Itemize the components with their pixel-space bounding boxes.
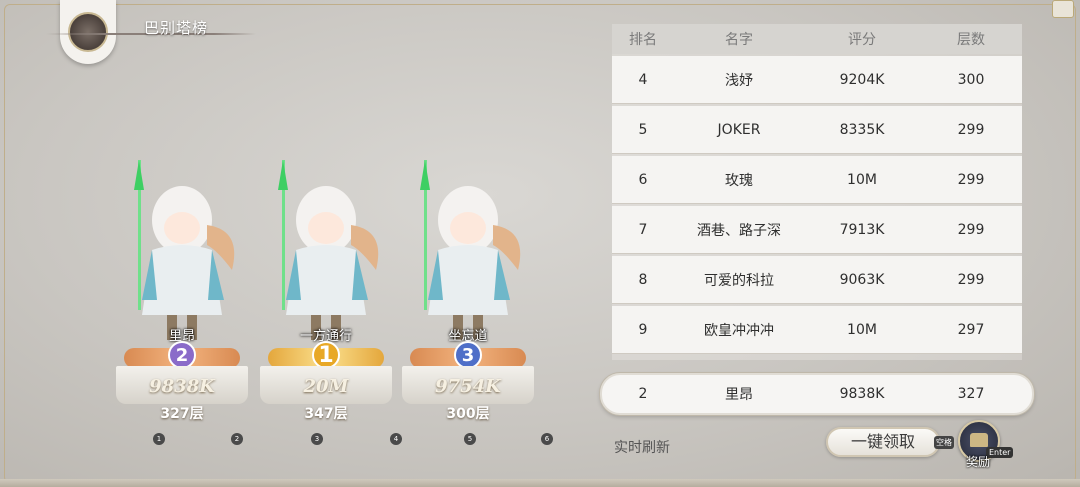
podium-score: 9838K	[149, 376, 215, 397]
rank-medal: 1	[312, 341, 340, 369]
page-title: 巴别塔榜	[144, 19, 209, 37]
row-floor: 299	[957, 121, 985, 138]
podium-score: 9754K	[435, 376, 501, 397]
table-row[interactable]: 6 玫瑰 10M 299	[612, 156, 1022, 203]
podium-floor: 347层	[304, 406, 348, 422]
rank-medal: 3	[454, 341, 482, 369]
table-row[interactable]: 9 欧皇冲冲冲 10M 297	[612, 306, 1022, 353]
row-name: 可爱的科拉	[704, 272, 774, 289]
row-floor: 299	[957, 221, 985, 238]
table-row[interactable]: 7 酒巷、路子深 7913K 299	[612, 206, 1022, 253]
enter-key-hint: Enter	[986, 447, 1014, 458]
row-score: 10M	[847, 321, 877, 338]
row-score: 9204K	[839, 71, 885, 88]
row-rank: 6	[638, 171, 648, 188]
row-rank: 5	[638, 121, 648, 138]
row-score: 7913K	[839, 221, 885, 238]
claim-all-button[interactable]: 一键领取	[826, 427, 940, 457]
row-name: JOKER	[717, 121, 761, 138]
podium-first[interactable]: 一方通行 1 20M 347层	[256, 150, 396, 430]
character-sprite	[134, 160, 235, 340]
col-floor-header: 层数	[957, 32, 985, 48]
tower-emblem-icon	[60, 0, 116, 64]
row-rank: 7	[638, 221, 648, 238]
reward-label: 奖励	[966, 455, 991, 469]
row-score: 8335K	[839, 121, 885, 138]
row-score: 10M	[847, 171, 877, 188]
page-dot[interactable]: 1	[153, 433, 165, 445]
realtime-refresh-label: 实时刷新	[614, 440, 670, 456]
character-sprite	[278, 160, 379, 340]
podium-third[interactable]: 坐忘道 3 9754K 300层	[398, 150, 538, 430]
row-score: 9063K	[839, 271, 885, 288]
emblem-core	[68, 12, 108, 52]
podium-floor: 300层	[446, 406, 490, 422]
row-rank: 4	[638, 71, 648, 88]
row-rank: 9	[638, 321, 648, 338]
row-floor: 299	[957, 171, 985, 188]
row-name: 浅妤	[725, 72, 753, 89]
page-dot[interactable]: 6	[541, 433, 553, 445]
my-rank-row[interactable]: 2 里昂 9838K 327	[600, 373, 1034, 415]
row-floor: 297	[957, 321, 985, 338]
page-dot[interactable]: 3	[311, 433, 323, 445]
row-name: 酒巷、路子深	[697, 222, 781, 239]
page-dot[interactable]: 2	[231, 433, 243, 445]
table-row[interactable]: 5 JOKER 8335K 299	[612, 106, 1022, 153]
bottom-border	[0, 479, 1080, 487]
corner-ornament	[1052, 0, 1074, 18]
table-row[interactable]: 8 可爱的科拉 9063K 299	[612, 256, 1022, 303]
col-score-header: 评分	[848, 32, 876, 48]
ranking-table[interactable]: 排名 名字 评分 层数 4 浅妤 9204K 300 5 JOKER 8335K…	[612, 24, 1022, 360]
my-rank: 2	[638, 386, 648, 402]
col-name-header: 名字	[725, 32, 753, 48]
character-sprite	[420, 160, 521, 340]
page-dot[interactable]: 5	[464, 433, 476, 445]
rank-medal: 2	[168, 341, 196, 369]
my-floor: 327	[957, 386, 985, 402]
row-name: 玫瑰	[725, 172, 753, 189]
page-dot[interactable]: 4	[390, 433, 402, 445]
row-floor: 299	[957, 271, 985, 288]
row-floor: 300	[957, 71, 985, 88]
row-name: 欧皇冲冲冲	[704, 322, 774, 339]
my-score: 9838K	[839, 386, 885, 402]
podium-score: 20M	[303, 376, 349, 397]
table-header: 排名 名字 评分 层数	[612, 24, 1022, 54]
podium-second[interactable]: 里昂 2 9838K 327层	[112, 150, 252, 430]
treasure-chest-icon	[970, 433, 988, 447]
col-rank-header: 排名	[629, 32, 657, 48]
my-name: 里昂	[725, 387, 753, 403]
table-row[interactable]: 4 浅妤 9204K 300	[612, 56, 1022, 103]
row-rank: 8	[638, 271, 648, 288]
podium-floor: 327层	[160, 406, 204, 422]
space-key-hint: 空格	[934, 436, 954, 449]
